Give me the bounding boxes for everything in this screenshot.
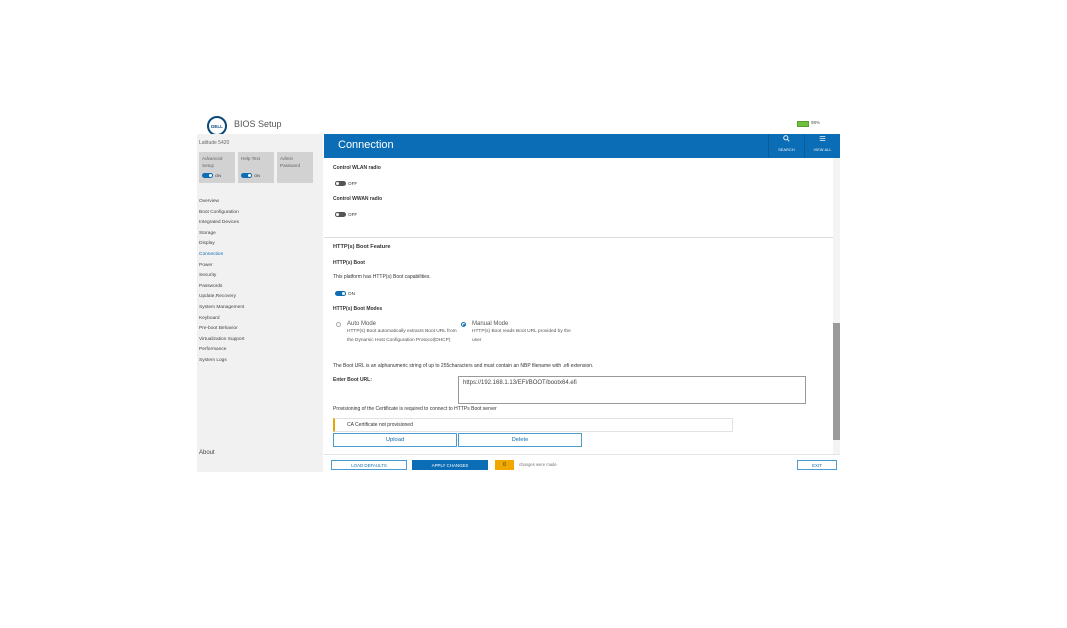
toggle-switch-icon (335, 212, 346, 218)
page-header: Connection SEARCH VIEW ALL (324, 134, 840, 158)
wlan-label: Control WLAN radio (333, 165, 381, 171)
advanced-setup-tile[interactable]: Advanced Setup ON (199, 152, 235, 183)
toggle-switch-icon (335, 291, 346, 297)
load-defaults-button[interactable]: LOAD DEFAULTS (331, 460, 407, 470)
logo-text: DELL (211, 123, 223, 129)
list-icon (805, 135, 840, 144)
admin-password-tile[interactable]: Admin Password (277, 152, 313, 183)
boot-url-label: Enter Boot URL: (333, 377, 372, 383)
search-button[interactable]: SEARCH (768, 134, 804, 158)
sidebar-item-integrated-devices[interactable]: Integrated Devices (199, 218, 245, 229)
exit-button[interactable]: EXIT (797, 460, 837, 470)
view-all-label: VIEW ALL (813, 148, 832, 152)
search-label: SEARCH (778, 148, 795, 152)
model-name: Latitude 5420 (199, 140, 230, 146)
sidebar-item-system-management[interactable]: System Management (199, 303, 245, 314)
sidebar-item-update-recovery[interactable]: Update,Recovery (199, 292, 245, 303)
battery-percent: 98% (811, 120, 821, 125)
battery-icon (797, 121, 809, 127)
help-text-tile[interactable]: Help Text ON (238, 152, 274, 183)
sidebar-item-boot-configuration[interactable]: Boot Configuration (199, 208, 245, 219)
manual-mode-title: Manual Mode (472, 321, 509, 327)
sidebar-item-display[interactable]: Display (199, 239, 245, 250)
toggle-state: ON (215, 173, 221, 178)
toggle-state: OFF (348, 181, 358, 186)
toggle-state: ON (348, 291, 355, 296)
sidebar-item-security[interactable]: Security (199, 271, 245, 282)
section-divider (324, 237, 833, 238)
changes-text: changes were made (519, 462, 557, 467)
sidebar-item-system-logs[interactable]: System Logs (199, 356, 245, 367)
toggle-state: OFF (348, 212, 358, 217)
delete-button[interactable]: Delete (458, 433, 582, 447)
sidebar-item-pre-boot-behavior[interactable]: Pre-boot Behavior (199, 324, 245, 335)
wwan-label: Control WWAN radio (333, 196, 383, 202)
sidebar-item-virtualization-support[interactable]: Virtualization Support (199, 335, 245, 346)
sidebar-item-keyboard[interactable]: Keyboard (199, 314, 245, 325)
sidebar-item-passwords[interactable]: Passwords (199, 282, 245, 293)
section-title: HTTP(s) Boot Feature (333, 244, 391, 250)
tile-label: Advanced Setup (202, 156, 223, 168)
toggle-switch-icon (202, 173, 213, 179)
boot-url-value: https://192.168.1.13/EFI/BOOT/bootx64.ef… (463, 380, 577, 386)
apply-changes-button[interactable]: APPLY CHANGES (412, 460, 488, 470)
page-title: Connection (338, 139, 394, 151)
auto-mode-title: Auto Mode (347, 321, 377, 327)
toggle-state: ON (254, 173, 260, 178)
view-all-button[interactable]: VIEW ALL (804, 134, 840, 158)
toggle-switch-icon (241, 173, 252, 179)
sidebar-item-storage[interactable]: Storage (199, 229, 245, 240)
changes-count-badge: 0 (495, 460, 514, 470)
search-icon (769, 135, 804, 144)
advanced-setup-toggle[interactable]: ON (202, 173, 221, 179)
manual-mode-radio[interactable] (461, 322, 466, 327)
auto-mode-description: HTTP(s) Boot automatically extracts Boot… (347, 329, 457, 343)
sidebar-item-overview[interactable]: Overview (199, 197, 245, 208)
auto-mode-option[interactable]: Auto Mode HTTP(s) Boot automatically ext… (336, 321, 457, 357)
sidebar-item-about[interactable]: About (199, 450, 215, 456)
tile-label: Admin Password (280, 156, 301, 168)
sidebar-item-performance[interactable]: Performance (199, 345, 245, 356)
certificate-status-banner: CA Certificate not provisioned (333, 418, 733, 432)
wlan-toggle[interactable]: OFF (335, 181, 358, 187)
sidebar-item-connection[interactable]: Connection (199, 250, 245, 261)
certificate-note: Provisioning of the Certificate is requi… (333, 406, 497, 412)
wwan-toggle[interactable]: OFF (335, 212, 358, 218)
http-boot-label: HTTP(s) Boot (333, 260, 365, 266)
sidebar-nav: Overview Boot Configuration Integrated D… (199, 197, 245, 367)
certificate-status-text: CA Certificate not provisioned (347, 422, 413, 428)
toggle-switch-icon (335, 181, 346, 187)
boot-url-input[interactable]: https://192.168.1.13/EFI/BOOT/bootx64.ef… (458, 376, 806, 404)
auto-mode-radio[interactable] (336, 322, 341, 327)
manual-mode-option[interactable]: Manual Mode HTTP(s) Boot reads Boot URL … (461, 321, 581, 347)
http-boot-toggle[interactable]: ON (335, 291, 355, 297)
upload-button[interactable]: Upload (333, 433, 457, 447)
http-boot-description: This platform has HTTP(s) Boot capabilit… (333, 274, 431, 280)
boot-modes-label: HTTP(s) Boot Modes (333, 306, 383, 312)
dell-logo: DELL (207, 116, 227, 136)
scrollbar-thumb[interactable] (833, 323, 840, 440)
app-title: BIOS Setup (234, 119, 282, 129)
tile-label: Help Text (241, 156, 261, 161)
manual-mode-description: HTTP(s) Boot reads Boot URL provided by … (472, 329, 571, 343)
help-text-toggle[interactable]: ON (241, 173, 260, 179)
sidebar-item-power[interactable]: Power (199, 261, 245, 272)
boot-url-note: The Boot URL is an alphanumeric string o… (333, 363, 594, 369)
